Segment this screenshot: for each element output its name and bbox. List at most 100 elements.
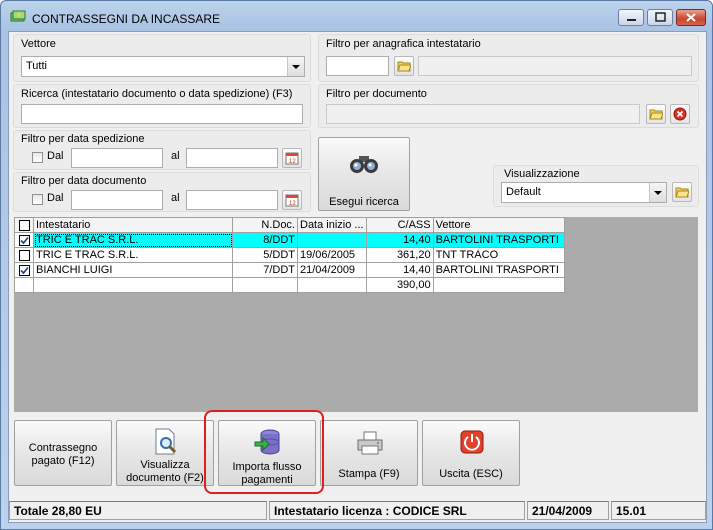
status-bar: Totale 28,80 EU Intestatario licenza : C… <box>9 498 706 522</box>
column-header[interactable]: N.Doc. <box>232 217 298 233</box>
empty-cell <box>432 277 565 293</box>
status-licenza: Intestatario licenza : CODICE SRL <box>269 501 525 520</box>
data-spedizione-calendar-button[interactable]: 12 <box>282 148 302 168</box>
folder-icon <box>649 109 663 120</box>
vettore-cell[interactable]: TNT TRACO <box>432 247 565 263</box>
dal-label: Dal <box>47 192 64 204</box>
ndoc-cell[interactable]: 5/DDT <box>232 247 298 263</box>
stampa-button[interactable]: Stampa (F9) <box>320 420 418 486</box>
data-documento-dal-input[interactable] <box>71 190 163 210</box>
row-select-cell[interactable] <box>14 262 34 278</box>
app-window: CONTRASSEGNI DA INCASSARE Vettore Tutti … <box>0 0 713 530</box>
ricerca-label: Ricerca (intestatario documento o data s… <box>21 88 293 100</box>
intestatario-cell[interactable]: TRIC E TRAC S.R.L. <box>33 232 233 248</box>
visualizzazione-select[interactable]: Default <box>501 182 667 203</box>
title-bar[interactable]: CONTRASSEGNI DA INCASSARE <box>1 1 712 33</box>
table-header-row: Intestatario N.Doc. Data inizio ... C/AS… <box>14 217 565 233</box>
visualizzazione-label: Visualizzazione <box>504 168 580 180</box>
uscita-button[interactable]: Uscita (ESC) <box>422 420 520 486</box>
row-checkbox[interactable] <box>18 249 30 261</box>
ricerca-group: Ricerca (intestatario documento o data s… <box>13 84 311 128</box>
status-totale: Totale 28,80 EU <box>9 501 267 520</box>
data-spedizione-checkbox[interactable] <box>32 152 43 163</box>
row-checkbox-checked[interactable] <box>18 234 30 246</box>
intestatario-cell[interactable]: BIANCHI LUIGI <box>33 262 233 278</box>
intestatario-cell[interactable]: TRIC E TRAC S.R.L. <box>33 247 233 263</box>
column-header[interactable]: Vettore <box>432 217 565 233</box>
cass-cell[interactable]: 361,20 <box>365 247 434 263</box>
svg-text:12: 12 <box>289 159 296 165</box>
action-toolbar: Contrassegno pagato (F12) Visualizza doc… <box>14 418 698 491</box>
ndoc-cell[interactable]: 7/DDT <box>232 262 298 278</box>
data-spedizione-dal-input[interactable] <box>71 148 163 168</box>
dal-label: Dal <box>47 150 64 162</box>
row-checkbox-checked[interactable] <box>18 264 30 276</box>
contrassegno-pagato-button[interactable]: Contrassegno pagato (F12) <box>14 420 112 486</box>
empty-cell <box>14 277 34 293</box>
column-header[interactable]: Data inizio ... <box>297 217 367 233</box>
calendar-icon: 12 <box>285 152 299 165</box>
select-all-header[interactable] <box>14 217 34 233</box>
clear-icon <box>673 107 687 121</box>
anagrafica-filter-label: Filtro per anagrafica intestatario <box>326 38 481 50</box>
data-documento-label: Filtro per data documento <box>21 175 147 187</box>
documento-clear-button[interactable] <box>670 104 690 124</box>
uscita-label: Uscita (ESC) <box>439 468 503 480</box>
contrassegno-label-line2: pagato (F12) <box>31 455 95 467</box>
visualizzazione-group: Visualizzazione Default <box>493 165 699 207</box>
search-button[interactable]: Esegui ricerca <box>318 137 410 211</box>
vettore-select[interactable]: Tutti <box>21 56 305 77</box>
maximize-button[interactable] <box>647 9 673 26</box>
stampa-label: Stampa (F9) <box>338 468 400 480</box>
contrassegno-label-line1: Contrassegno <box>28 442 98 454</box>
al-label: al <box>171 192 180 204</box>
anagrafica-browse-button[interactable] <box>394 56 414 76</box>
ricerca-input[interactable] <box>21 104 303 124</box>
minimize-button[interactable] <box>618 9 644 26</box>
vettore-group: Vettore Tutti <box>13 34 311 82</box>
column-header[interactable]: Intestatario <box>33 217 233 233</box>
data-cell[interactable] <box>297 232 367 248</box>
data-documento-checkbox[interactable] <box>32 194 43 205</box>
folder-icon <box>397 61 411 72</box>
data-cell[interactable]: 21/04/2009 <box>297 262 367 278</box>
cass-cell[interactable]: 14,40 <box>365 262 434 278</box>
chevron-down-icon[interactable] <box>649 183 666 202</box>
highlight-annotation <box>204 410 324 494</box>
ndoc-cell[interactable]: 8/DDT <box>232 232 298 248</box>
row-select-cell[interactable] <box>14 232 34 248</box>
select-all-checkbox[interactable] <box>18 219 30 231</box>
anagrafica-code-input[interactable] <box>326 56 389 76</box>
visualizza-documento-button[interactable]: Visualizza documento (F2) <box>116 420 214 486</box>
close-button[interactable] <box>676 9 706 26</box>
data-documento-al-input[interactable] <box>186 190 278 210</box>
data-spedizione-label: Filtro per data spedizione <box>21 133 145 145</box>
cass-cell[interactable]: 14,40 <box>365 232 434 248</box>
table-row[interactable]: TRIC E TRAC S.R.L. 8/DDT 14,40 BARTOLINI… <box>14 232 565 248</box>
row-select-cell[interactable] <box>14 247 34 263</box>
binoculars-icon <box>350 156 378 173</box>
app-money-icon <box>10 10 26 22</box>
calendar-icon: 12 <box>285 194 299 207</box>
window-title: CONTRASSEGNI DA INCASSARE <box>32 12 221 26</box>
folder-icon <box>675 187 689 198</box>
empty-cell <box>33 277 233 293</box>
total-cass-cell: 390,00 <box>365 277 434 293</box>
vettore-cell[interactable]: BARTOLINI TRASPORTI <box>432 262 565 278</box>
visualizzazione-value: Default <box>506 186 541 198</box>
documento-filter-label: Filtro per documento <box>326 88 427 100</box>
empty-cell <box>297 277 367 293</box>
documento-browse-button[interactable] <box>646 104 666 124</box>
data-documento-calendar-button[interactable]: 12 <box>282 190 302 210</box>
data-spedizione-al-input[interactable] <box>186 148 278 168</box>
visualizzazione-browse-button[interactable] <box>672 182 692 202</box>
data-cell[interactable]: 19/06/2005 <box>297 247 367 263</box>
chevron-down-icon[interactable] <box>287 57 304 76</box>
vettore-label: Vettore <box>21 38 56 50</box>
column-header[interactable]: C/ASS <box>365 217 434 233</box>
vettore-cell[interactable]: BARTOLINI TRASPORTI <box>432 232 565 248</box>
table-row[interactable]: TRIC E TRAC S.R.L. 5/DDT 19/06/2005 361,… <box>14 247 565 263</box>
table-row[interactable]: BIANCHI LUIGI 7/DDT 21/04/2009 14,40 BAR… <box>14 262 565 278</box>
printer-icon <box>357 431 383 455</box>
close-icon <box>686 13 696 22</box>
